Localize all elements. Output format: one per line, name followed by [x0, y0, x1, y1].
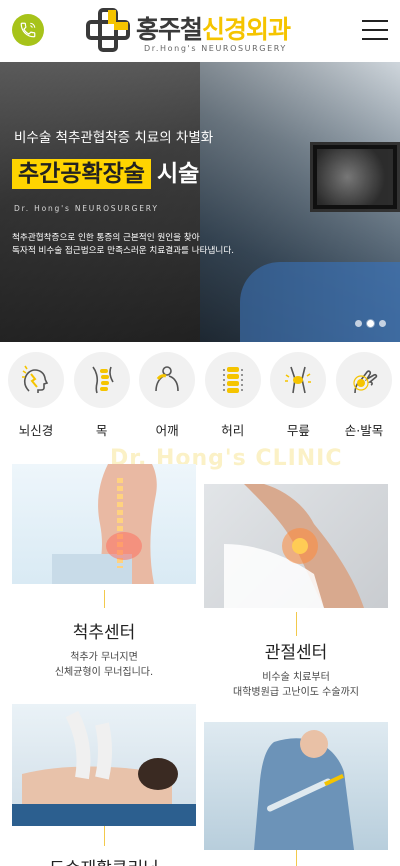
- category-hand-ankle[interactable]: 손·발목: [335, 352, 392, 442]
- shoulder-icon: [155, 366, 179, 392]
- hero-desc-line: 척추관협착증으로 인한 통증의 근본적인 원인을 찾아: [12, 233, 200, 243]
- card-description: 척추가 무너지면 신체균형이 무너집니다.: [12, 650, 196, 680]
- category-label: 손·발목: [344, 423, 384, 438]
- card-desc-line: 대학병원급 고난이도 수술까지: [233, 687, 359, 698]
- slider-dot[interactable]: [379, 320, 386, 327]
- slider-dot[interactable]: [355, 320, 362, 327]
- category-label: 어깨: [155, 423, 179, 438]
- hand-wrist-icon: [353, 370, 378, 394]
- category-label: 뇌신경: [18, 423, 54, 438]
- card-desc-line: 비수술 치료부터: [262, 672, 330, 683]
- hero-title: 추간공확장술 시술: [12, 154, 200, 189]
- category-circle: [73, 352, 130, 408]
- category-circle: [335, 352, 392, 408]
- logo-department: 신경외과: [202, 15, 291, 44]
- logo-subtitle: Dr.Hong's NEUROSURGERY: [144, 44, 287, 53]
- site-logo[interactable]: 홍주철신경외과 Dr.Hong's NEUROSURGERY: [86, 6, 320, 56]
- neck-spine-icon: [91, 366, 114, 394]
- hero-title-highlight: 추간공확장술: [12, 159, 151, 189]
- category-back[interactable]: 허리: [204, 352, 261, 442]
- category-circle: [204, 352, 261, 408]
- card-desc-line: 척추가 무너지면: [70, 652, 138, 663]
- card-desc-line: 신체균형이 무너집니다.: [54, 667, 154, 678]
- hamburger-icon: [362, 20, 388, 40]
- manual-therapy-image: [12, 704, 196, 826]
- phone-icon: [20, 22, 36, 38]
- card-title: 척추센터: [72, 623, 136, 643]
- lumbar-spine-icon: [223, 367, 243, 393]
- brain-nerve-icon: [22, 365, 49, 393]
- hero-english-text: Dr. Hong's NEUROSURGERY: [14, 204, 159, 213]
- logo-cross-mark: [86, 8, 130, 52]
- spine-center-card[interactable]: 척추센터 척추가 무너지면 신체균형이 무너집니다.: [12, 464, 196, 694]
- card-title: 도수재활클리닉: [12, 854, 196, 866]
- slider-dots: [355, 320, 386, 327]
- card-description: 비수술 치료부터 대학병원급 고난이도 수술까지: [204, 670, 388, 700]
- logo-text: 홍주철신경외과: [136, 10, 291, 46]
- joint-center-card[interactable]: 관절센터 비수술 치료부터 대학병원급 고난이도 수술까지: [204, 484, 388, 714]
- category-neck[interactable]: 목: [73, 352, 130, 442]
- hero-banner[interactable]: 비수술 척추관협착증 치료의 차별화 추간공확장술 시술 Dr. Hong's N…: [0, 62, 400, 342]
- hero-subtitle: 비수술 척추관협착증 치료의 차별화: [14, 130, 214, 146]
- hero-desc-line: 독자적 비수술 접근법으로 만족스러운 치료결과를 나타냅니다.: [12, 246, 234, 256]
- card-title: 관절센터: [264, 643, 328, 663]
- category-label: 허리: [221, 423, 245, 438]
- knee-icon: [285, 366, 312, 394]
- site-header: 홍주철신경외과 Dr.Hong's NEUROSURGERY: [0, 0, 400, 62]
- hero-overlay: [0, 62, 400, 342]
- spine-center-image: [12, 464, 196, 584]
- logo-name: 홍주철: [136, 15, 203, 44]
- manual-therapy-card[interactable]: 도수재활클리닉: [12, 704, 196, 866]
- category-nav: 뇌신경 목 어깨 허리 무릎 손·발목: [8, 352, 392, 442]
- hero-description: 척추관협착증으로 인한 통증의 근본적인 원인을 찾아 독자적 비수술 접근법으…: [12, 232, 234, 258]
- category-circle: [8, 352, 64, 408]
- category-label: 무릎: [286, 423, 310, 438]
- injection-therapy-card[interactable]: [204, 722, 388, 866]
- category-circle: [270, 352, 327, 408]
- category-brain[interactable]: 뇌신경: [8, 352, 64, 442]
- call-button[interactable]: [12, 14, 44, 46]
- category-label: 목: [95, 423, 108, 438]
- menu-button[interactable]: [362, 20, 388, 42]
- injection-therapy-image: [204, 722, 388, 850]
- category-circle: [139, 352, 196, 408]
- category-knee[interactable]: 무릎: [270, 352, 327, 442]
- joint-center-image: [204, 484, 388, 608]
- slider-dot-active[interactable]: [367, 320, 374, 327]
- hero-title-rest: 시술: [156, 161, 200, 187]
- category-shoulder[interactable]: 어깨: [139, 352, 196, 442]
